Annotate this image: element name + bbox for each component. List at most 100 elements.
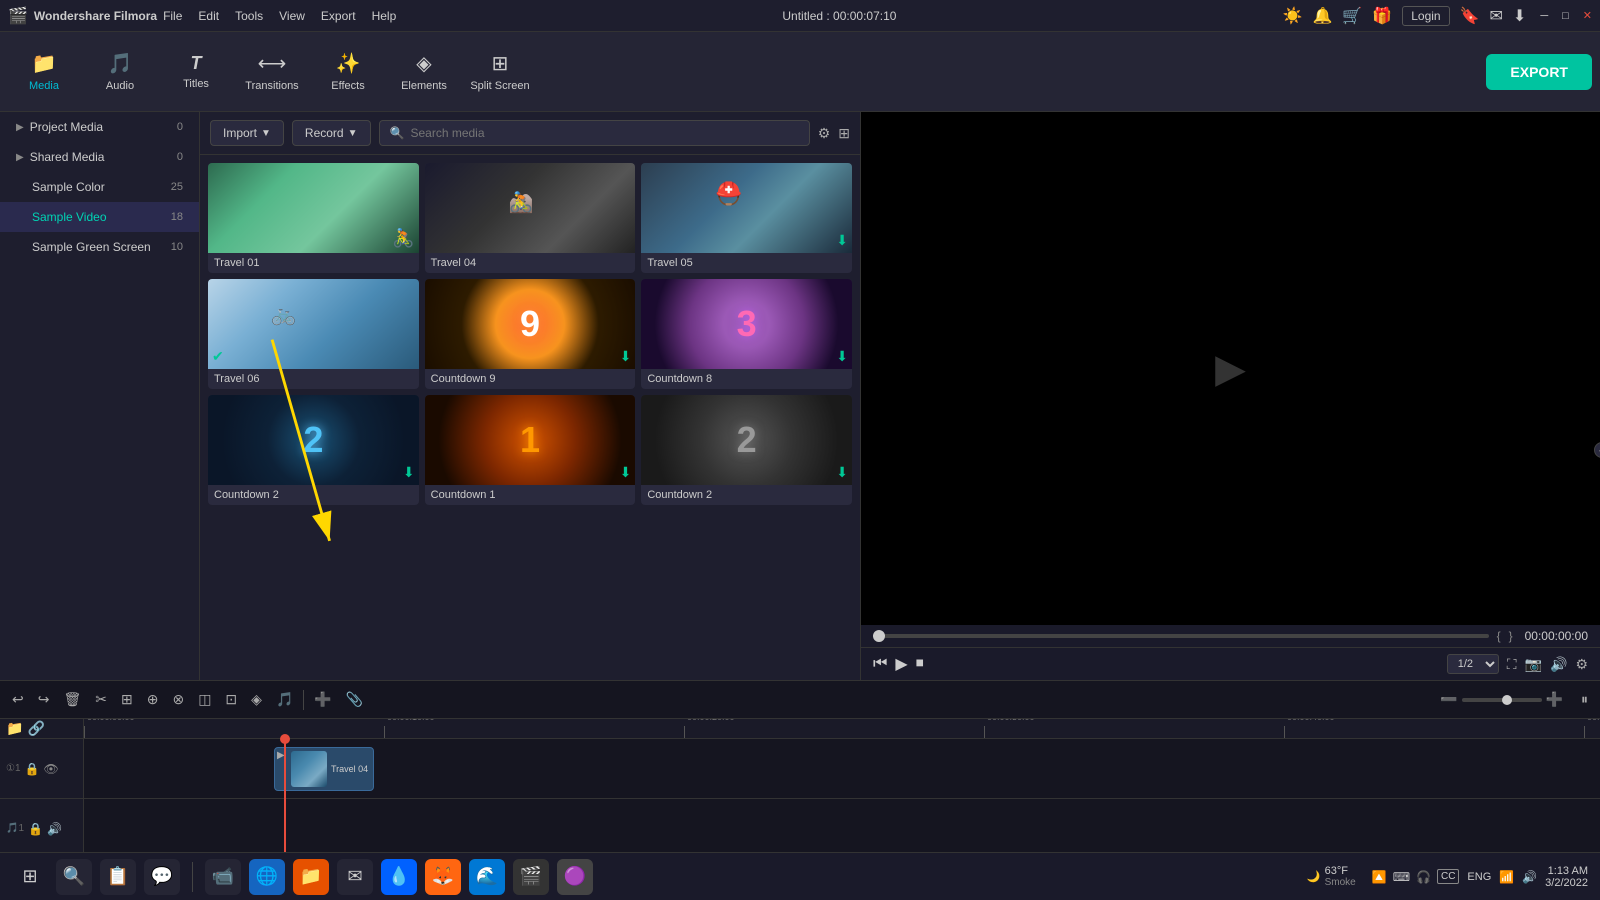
taskbar-chat[interactable]: 💬 [144,859,180,895]
eye-icon[interactable]: 👁 [43,762,58,776]
taskbar-meet[interactable]: 📹 [205,859,241,895]
mark-button[interactable]: ◈ [247,689,266,710]
delete-button[interactable]: 🗑 [59,689,85,710]
grid-view-icon[interactable]: ⊞ [838,125,850,142]
settings-icon[interactable]: ⚙ [1575,656,1588,673]
menu-file[interactable]: File [163,9,182,23]
sidebar-item-sample-green[interactable]: Sample Green Screen 10 [0,232,199,262]
toolbar-media[interactable]: 📁 Media [8,37,80,107]
stop-button[interactable]: ⏹ [916,655,924,673]
search-input[interactable] [410,126,798,140]
lock-icon[interactable]: 🔒 [25,762,40,776]
quality-select[interactable]: 1/2 Full 1/4 [1447,654,1499,674]
toolbar-split-screen[interactable]: ⊞ Split Screen [464,37,536,107]
play-button[interactable]: ▶ [895,654,907,674]
import-button[interactable]: Import ▼ [210,120,284,146]
list-item[interactable]: 9 ⬇ Countdown 9 [425,279,636,389]
add-media-button[interactable]: 📁 [6,720,23,737]
language-indicator[interactable]: ENG [1467,871,1491,883]
wifi-icon[interactable]: 📶 [1499,870,1514,884]
rewind-button[interactable]: ⏮ [873,655,887,673]
maximize-button[interactable]: □ [1562,10,1569,22]
list-item[interactable]: 3 ⬇ Countdown 8 [641,279,852,389]
clip-button[interactable]: 📎 [342,689,367,710]
audio-volume-icon[interactable]: 🔊 [47,822,62,836]
export-button[interactable]: EXPORT [1486,54,1592,90]
toolbar-effects[interactable]: ✨ Effects [312,37,384,107]
crop-button[interactable]: ⊞ [117,689,137,710]
download-icon[interactable]: ⬇ [1513,6,1526,26]
filter-icon[interactable]: ⚙ [818,125,831,142]
list-item[interactable]: 🚴 Travel 01 [208,163,419,273]
login-button[interactable]: Login [1402,6,1449,26]
taskbar-search[interactable]: 🔍 [56,859,92,895]
notification-icon[interactable]: 🔔 [1312,6,1332,26]
list-item[interactable]: 1 ⬇ Countdown 1 [425,395,636,505]
taskbar-edge[interactable]: 🌊 [469,859,505,895]
timeline-playhead[interactable] [284,739,286,859]
volume-icon[interactable]: 🔊 [1522,870,1537,884]
sun-icon[interactable]: ☀️ [1283,6,1303,26]
out-mark[interactable]: } [1509,629,1513,643]
zoom-in-button[interactable]: ➕ [1546,691,1563,708]
pause-timeline-button[interactable]: ⏸ [1577,689,1592,710]
redo-button[interactable]: ↪ [34,689,54,710]
taskbar-keyboard[interactable]: ⌨ [1393,870,1410,884]
transform-button[interactable]: ⊕ [143,689,163,710]
snapshot-icon[interactable]: 📷 [1525,656,1542,673]
menu-view[interactable]: View [279,9,305,23]
sidebar-item-project-media[interactable]: ▶ Project Media 0 [0,112,199,142]
taskbar-widgets[interactable]: 📋 [100,859,136,895]
list-item[interactable]: 🚵 Travel 04 [425,163,636,273]
zoom-fit-button[interactable]: ⊡ [221,689,241,710]
add-track-button[interactable]: ➕ [310,689,335,710]
toolbar-elements[interactable]: ◈ Elements [388,37,460,107]
undo-button[interactable]: ↩ [8,689,28,710]
sidebar-item-sample-color[interactable]: Sample Color 25 [0,172,199,202]
zoom-slider[interactable] [1462,698,1542,702]
menu-tools[interactable]: Tools [235,9,263,23]
in-mark[interactable]: { [1497,629,1501,643]
toolbar-titles[interactable]: T Titles [160,37,232,107]
minimize-button[interactable]: ─ [1540,10,1548,22]
menu-edit[interactable]: Edit [198,9,219,23]
mail-icon[interactable]: ✉ [1490,6,1503,26]
audio-lock-icon[interactable]: 🔒 [28,822,43,836]
toolbar-audio[interactable]: 🎵 Audio [84,37,156,107]
taskbar-cc[interactable]: CC [1437,869,1459,884]
volume-icon[interactable]: 🔊 [1550,656,1567,673]
menu-help[interactable]: Help [372,9,397,23]
toolbar-transitions[interactable]: ⟷ Transitions [236,37,308,107]
menu-export[interactable]: Export [321,9,356,23]
taskbar-headset[interactable]: 🎧 [1416,870,1431,884]
taskbar-app2[interactable]: 🟣 [557,859,593,895]
start-button[interactable]: ⊞ [12,859,48,895]
zoom-thumb[interactable] [1502,695,1512,705]
rotate-button[interactable]: ⊗ [168,689,188,710]
taskbar-mail[interactable]: ✉ [337,859,373,895]
bookmark-icon[interactable]: 🔖 [1460,6,1480,26]
split-button[interactable]: ◫ [194,689,215,710]
taskbar-explorer[interactable]: 📁 [293,859,329,895]
video-clip[interactable]: ▶ Travel 04 [274,747,374,791]
list-item[interactable]: ⛑️ ⬇ Travel 05 [641,163,852,273]
gift-icon[interactable]: 🎁 [1372,6,1392,26]
sidebar-item-sample-video[interactable]: Sample Video 18 [0,202,199,232]
audio-button[interactable]: 🎵 [272,689,297,710]
taskbar-browser[interactable]: 🌐 [249,859,285,895]
list-item[interactable]: 🚲 ✔ Travel 06 [208,279,419,389]
tray-up-icon[interactable]: 🔼 [1372,870,1387,884]
taskbar-dropbox[interactable]: 💧 [381,859,417,895]
close-button[interactable]: ✕ [1583,9,1592,22]
zoom-out-button[interactable]: ➖ [1440,691,1457,708]
cart-icon[interactable]: 🛒 [1342,6,1362,26]
progress-thumb[interactable] [873,630,885,642]
cut-button[interactable]: ✂ [91,689,111,710]
record-button[interactable]: Record ▼ [292,120,371,146]
fullscreen-icon[interactable]: ⛶ [1507,656,1517,673]
search-box[interactable]: 🔍 [379,120,810,146]
sidebar-item-shared-media[interactable]: ▶ Shared Media 0 [0,142,199,172]
taskbar-time-date[interactable]: 1:13 AM 3/2/2022 [1545,865,1588,889]
taskbar-filmora[interactable]: 🎬 [513,859,549,895]
add-link-button[interactable]: 🔗 [27,720,44,737]
